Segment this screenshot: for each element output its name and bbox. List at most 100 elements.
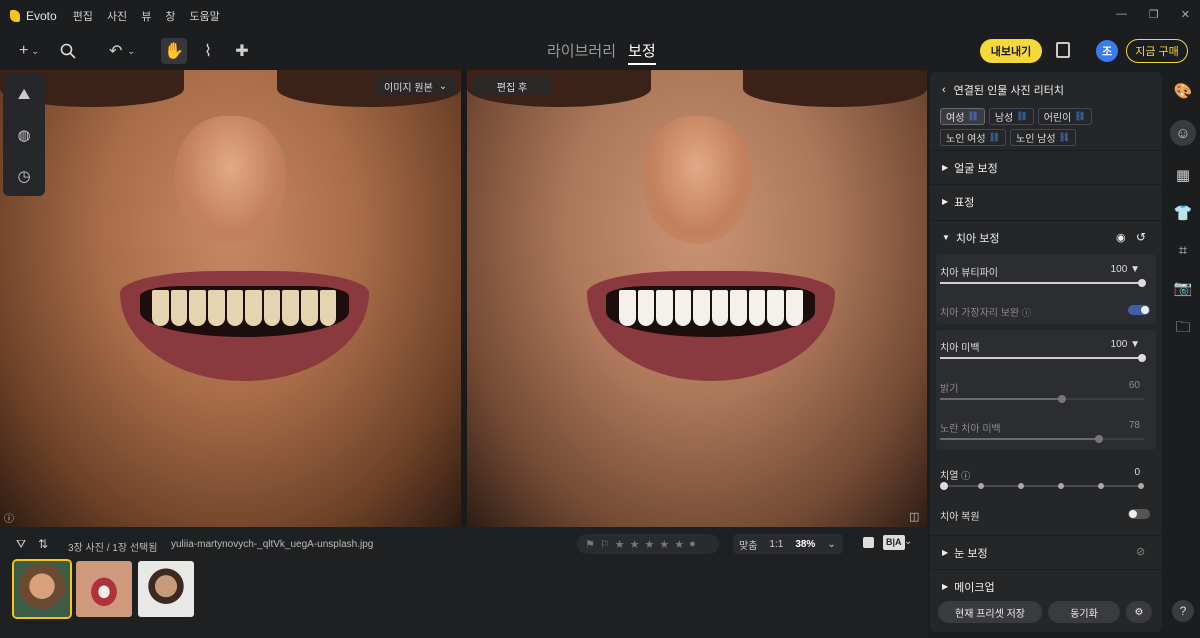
teeth-alignment-value[interactable]: 0 [1134,467,1140,478]
teeth-beautify-slider[interactable] [940,279,1146,287]
visibility-eye-icon[interactable]: ◉ [1116,231,1126,244]
chip-female[interactable]: 여성 ⛓ [940,108,985,125]
tab-library[interactable]: 라이브러리 [547,40,616,65]
restore-icon[interactable]: ❐ [1149,8,1159,21]
crop-icon[interactable]: ⌗ [1179,242,1187,259]
palette-icon[interactable]: 🎨 [1174,82,1193,100]
edit-off-icon[interactable]: ⊘ [1136,545,1145,558]
avatar[interactable]: 조 [1096,40,1118,62]
chevron-down-icon[interactable]: ⌄ [821,539,841,550]
teeth-restore-toggle[interactable] [1128,509,1150,519]
star-icon[interactable]: ★ [630,538,640,551]
save-preset-button[interactable]: 현재 프리셋 저장 [938,601,1042,623]
reset-icon[interactable]: ↺ [1136,230,1146,244]
star-icon[interactable]: ★ [645,538,655,551]
menu-photo[interactable]: 사진 [107,8,127,24]
section-face[interactable]: ▶ 얼굴 보정 [930,150,1162,184]
thumbnail[interactable] [138,561,194,617]
flag-icon[interactable]: ⚑ [585,538,595,551]
split-view-icon[interactable]: ◫ [909,510,919,523]
help-icon[interactable]: ⓘ [961,471,970,481]
before-after-button[interactable]: B|A [883,535,905,550]
expand-arrow-icon: ▶ [942,197,949,206]
texture-icon[interactable]: ◍ [17,126,30,144]
menu-help[interactable]: 도움말 [189,8,219,24]
zoom-fit-button[interactable]: 맞춤 [733,537,763,552]
export-panel-icon[interactable] [1056,42,1070,58]
sync-button[interactable]: 동기화 [1048,601,1120,623]
search-icon[interactable] [58,38,78,64]
teeth-whiten-value[interactable]: 100 [1111,339,1128,350]
info-icon[interactable]: ⓘ [4,510,14,525]
help-icon[interactable]: ? [1172,600,1194,622]
section-expression[interactable]: ▶ 표정 [930,184,1162,218]
hand-tool-icon[interactable]: ✋ [161,38,187,64]
reject-flag-icon[interactable]: ⚐ [600,538,610,551]
tab-retouch[interactable]: 보정 [628,40,656,65]
chip-older-female[interactable]: 노인 여성 ⛓ [940,129,1007,146]
clothing-icon[interactable]: 👕 [1174,204,1193,222]
minimize-icon[interactable]: — [1116,8,1127,21]
zoom-1to1-button[interactable]: 1:1 [763,539,789,550]
slider-knob[interactable] [1138,354,1146,362]
slider-knob[interactable] [940,482,948,490]
filter-icon[interactable]: ⛛ [16,537,26,552]
brush-tool-icon[interactable]: ⌇ [196,38,220,64]
original-view-dropdown[interactable]: 이미지 원본 ⌄ [376,76,456,96]
right-tool-rail: 🎨 ☺ ▦ 👕 ⌗ 📷 🗀 [1166,72,1200,638]
portrait-icon[interactable]: ☺ [1170,120,1196,146]
close-icon[interactable]: ✕ [1181,8,1190,21]
slider-knob[interactable] [1138,279,1146,287]
bandage-tool-icon[interactable]: ✚ [230,38,254,64]
file-name: yuliia-martynovych-_qltVk_uegA-unsplash.… [171,539,374,550]
caret-down-icon[interactable]: ▼ [1130,339,1140,350]
yellow-teeth-slider[interactable] [940,435,1144,443]
star-icon[interactable]: ★ [674,538,684,551]
buy-now-button[interactable]: 지금 구매 [1126,39,1188,63]
thumbnail[interactable] [12,559,72,619]
brightness-slider[interactable] [940,395,1144,403]
star-icon[interactable]: ★ [615,538,625,551]
slider-knob[interactable] [1095,435,1103,443]
thumbnail[interactable] [76,561,132,617]
zoom-value[interactable]: 38% [789,539,821,550]
back-arrow-icon[interactable]: ‹ [942,84,946,96]
chip-child[interactable]: 어린이 ⛓ [1037,108,1092,125]
single-view-icon[interactable] [863,537,874,548]
settings-icon[interactable]: ⚙ [1126,601,1152,623]
main-toolbar: + ⌄ ↶ ⌄ ✋ ⌇ ✚ 라이브러리 보정 내보내기 조 지금 구매 [0,32,1200,70]
teeth-whiten-slider[interactable] [940,354,1146,362]
app-logo-icon [10,10,20,22]
help-icon[interactable]: ⓘ [1022,308,1031,318]
teeth-beautify-value[interactable]: 100 [1111,264,1128,275]
image-canvas[interactable]: 이미지 원본 ⌄ ⓘ 편집 후 ◫ [0,70,927,527]
chip-label: 노인 여성 [946,134,986,145]
sort-icon[interactable]: ⇅ [38,537,48,551]
brightness-value[interactable]: 60 [1129,380,1140,391]
chip-older-male[interactable]: 노인 남성 ⛓ [1010,129,1077,146]
history-icon[interactable]: ◷ [17,167,30,185]
export-button[interactable]: 내보내기 [980,39,1042,63]
camera-icon[interactable]: 📷 [1174,279,1193,297]
yellow-teeth-value[interactable]: 78 [1129,420,1140,431]
slider-knob[interactable] [1058,395,1066,403]
background-icon[interactable]: ▦ [1176,166,1190,184]
chip-male[interactable]: 남성 ⛓ [988,108,1034,125]
star-icon[interactable]: ★ [659,538,669,551]
menu-view[interactable]: 뷰 [141,8,151,24]
auto-enhance-icon[interactable]: ⛰ [18,86,31,103]
add-menu-icon[interactable]: + ⌄ [12,38,46,64]
teeth-restore-label: 치아 복원 [940,512,980,523]
undo-icon[interactable]: ↶ ⌄ [104,38,140,64]
section-eyes[interactable]: ▶ 눈 보정 ⊘ [930,535,1162,569]
color-label-icon[interactable]: ● [689,538,696,550]
teeth-whiten-row: 치아 미백 100 ▼ [940,339,1140,354]
folder-settings-icon[interactable]: 🗀 [1175,317,1190,342]
teeth-edge-toggle[interactable] [1128,305,1150,315]
menu-window[interactable]: 창 [165,8,175,24]
caret-down-icon[interactable]: ▼ [1130,264,1140,275]
chevron-down-icon[interactable]: ⌄ [904,536,912,547]
menu-edit[interactable]: 편집 [73,8,93,24]
teeth-alignment-slider[interactable] [940,481,1144,491]
section-teeth[interactable]: ▼ 치아 보정 ◉ ↺ [930,220,1162,254]
